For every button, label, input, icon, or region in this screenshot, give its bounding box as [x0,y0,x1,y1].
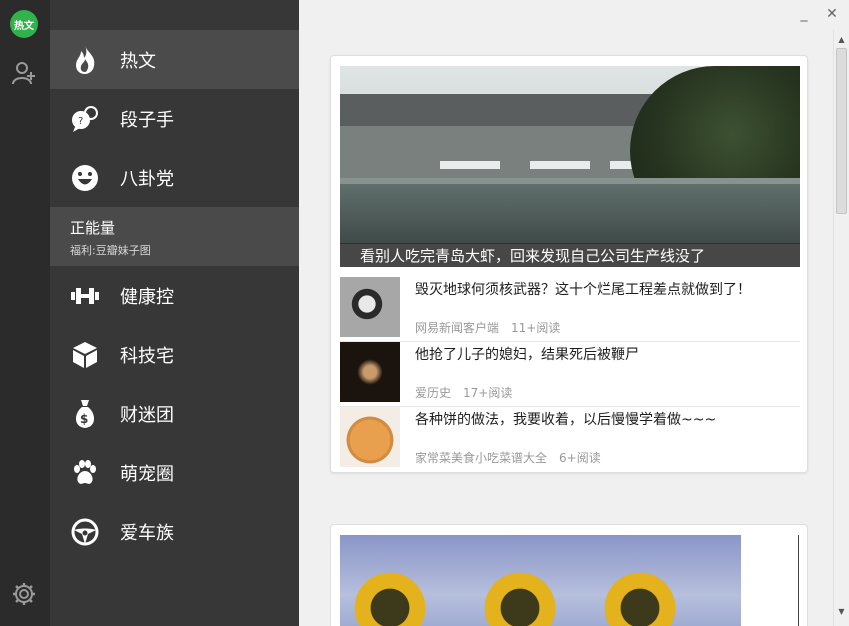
article-card: 看别人吃完青岛大虾，回来发现自己公司生产线没了 毁灭地球何须核武器？这十个烂尾工… [330,55,808,473]
list-item[interactable]: 他抢了儿子的媳妇，结果死后被鞭尸 爱历史 17+阅读 [340,342,800,407]
read-count: 6+阅读 [559,451,601,465]
read-count: 17+阅读 [463,386,513,400]
nav-item-finance[interactable]: $ 财迷团 [50,384,299,443]
thumbnail [340,342,400,402]
read-count: 11+阅读 [511,321,561,335]
nav-item-label: 段子手 [120,109,174,131]
list-item-meta: 爱历史 17+阅读 [415,384,512,401]
nav-item-label: 科技宅 [120,345,174,367]
paw-icon [50,459,120,487]
close-icon: ✕ [826,6,838,22]
speech-bubbles-icon: ? [50,105,120,133]
nav-item-label: 爱车族 [120,522,174,544]
thumbnail [340,277,400,337]
steering-wheel-icon [50,518,120,546]
nav-item-label: 萌宠圈 [120,463,174,485]
source: 网易新闻客户端 [415,321,500,335]
list-item-meta: 网易新闻客户端 11+阅读 [415,319,560,336]
minimize-button[interactable]: _ [796,6,812,22]
list-item-title: 他抢了儿子的媳妇，结果死后被鞭尸 [415,347,639,363]
list-item[interactable]: 各种饼的做法，我要收着，以后慢慢学着做~~~ 家常菜美食小吃菜谱大全 6+阅读 [340,407,800,472]
scroll-up-icon[interactable]: ▲ [834,32,849,46]
category-nav: 热文 ? 段子手 八卦党 正能量 福利:豆瓣妹子图 健康控 科技宅 $ 财迷团 [50,0,299,626]
app-logo[interactable]: 热文 [10,10,38,38]
hero-headline: 看别人吃完青岛大虾，回来发现自己公司生产线没了 [340,243,800,267]
svg-text:$: $ [80,412,88,426]
list-item-title: 各种饼的做法，我要收着，以后慢慢学着做~~~ [415,412,717,428]
scroll-down-icon[interactable]: ▼ [834,604,849,618]
icon-rail: 热文 [0,0,50,626]
close-button[interactable]: ✕ [824,6,840,22]
list-item[interactable]: 毁灭地球何须核武器？这十个烂尾工程差点就做到了！ 网易新闻客户端 11+阅读 [340,277,800,342]
nav-item-label: 八卦党 [120,168,174,190]
nav-item-tech[interactable]: 科技宅 [50,325,299,384]
feature-title: 正能量 [70,219,116,237]
nav-item-label: 财迷团 [120,404,174,426]
svg-text:?: ? [78,116,83,127]
hero-image[interactable] [340,535,741,626]
source: 爱历史 [415,386,452,400]
flame-icon [50,45,120,75]
laughing-face-icon [50,164,120,192]
dumbbell-icon [50,286,120,306]
scroll-thumb[interactable] [836,48,847,214]
hero-article[interactable]: 看别人吃完青岛大虾，回来发现自己公司生产线没了 [340,66,800,267]
add-user-icon[interactable] [10,59,38,87]
minimize-icon: _ [800,6,808,22]
nav-item-jokes[interactable]: ? 段子手 [50,89,299,148]
list-item-title: 毁灭地球何须核武器？这十个烂尾工程差点就做到了！ [415,282,751,298]
nav-item-hot[interactable]: 热文 [50,30,299,89]
nav-item-gossip[interactable]: 八卦党 [50,148,299,207]
cube-icon [50,341,120,369]
feature-subtitle: 福利:豆瓣妹子图 [70,244,151,257]
list-item-meta: 家常菜美食小吃菜谱大全 6+阅读 [415,449,601,466]
source: 家常菜美食小吃菜谱大全 [415,451,548,465]
vertical-scrollbar[interactable]: ▲ ▼ [833,30,848,626]
app-logo-text: 热文 [14,20,34,32]
nav-item-label: 热文 [120,50,156,72]
nav-item-cars[interactable]: 爱车族 [50,502,299,561]
nav-item-health[interactable]: 健康控 [50,266,299,325]
gear-icon[interactable] [10,580,38,608]
nav-item-pets[interactable]: 萌宠圈 [50,443,299,502]
money-bag-icon: $ [50,399,120,429]
nav-feature-positive-energy[interactable]: 正能量 福利:豆瓣妹子图 [50,207,299,266]
nav-item-label: 健康控 [120,286,174,308]
thumbnail [340,407,400,467]
article-card [330,524,808,626]
